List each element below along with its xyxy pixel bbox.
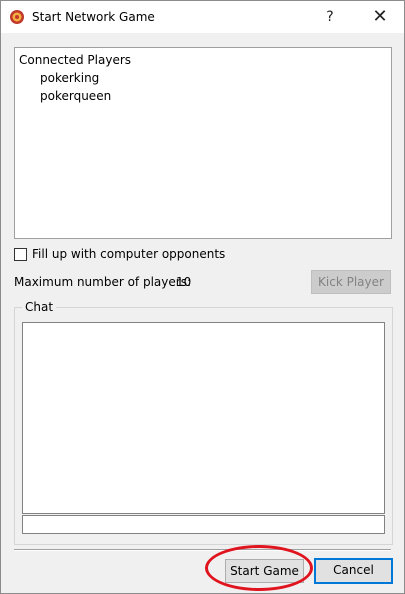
window-title: Start Network Game <box>32 10 155 24</box>
chat-label: Chat <box>22 300 57 314</box>
kick-player-button[interactable]: Kick Player <box>311 270 391 294</box>
player-item[interactable]: pokerking <box>40 71 99 85</box>
close-button[interactable]: ✕ <box>361 3 399 31</box>
title-bar[interactable]: Start Network Game ? ✕ <box>1 1 404 33</box>
connected-players-header: Connected Players <box>19 53 132 67</box>
player-item[interactable]: pokerqueen <box>40 89 111 103</box>
fill-up-checkbox[interactable] <box>14 248 27 261</box>
help-button[interactable]: ? <box>319 5 341 29</box>
cancel-button[interactable]: Cancel <box>314 558 393 584</box>
chat-input[interactable] <box>22 515 385 534</box>
start-game-button[interactable]: Start Game <box>225 559 304 583</box>
start-network-game-dialog: Start Network Game ? ✕ Connected Players… <box>0 0 405 594</box>
max-players-value: 10 <box>176 275 192 289</box>
chat-log[interactable] <box>22 322 385 514</box>
poker-chip-icon <box>10 10 24 24</box>
footer-separator <box>14 549 391 551</box>
max-players-label: Maximum number of players: <box>14 275 191 289</box>
chat-group: Chat <box>14 300 393 545</box>
fill-up-label[interactable]: Fill up with computer opponents <box>32 247 225 261</box>
connected-players-list[interactable]: Connected Players pokerking pokerqueen <box>14 47 392 239</box>
